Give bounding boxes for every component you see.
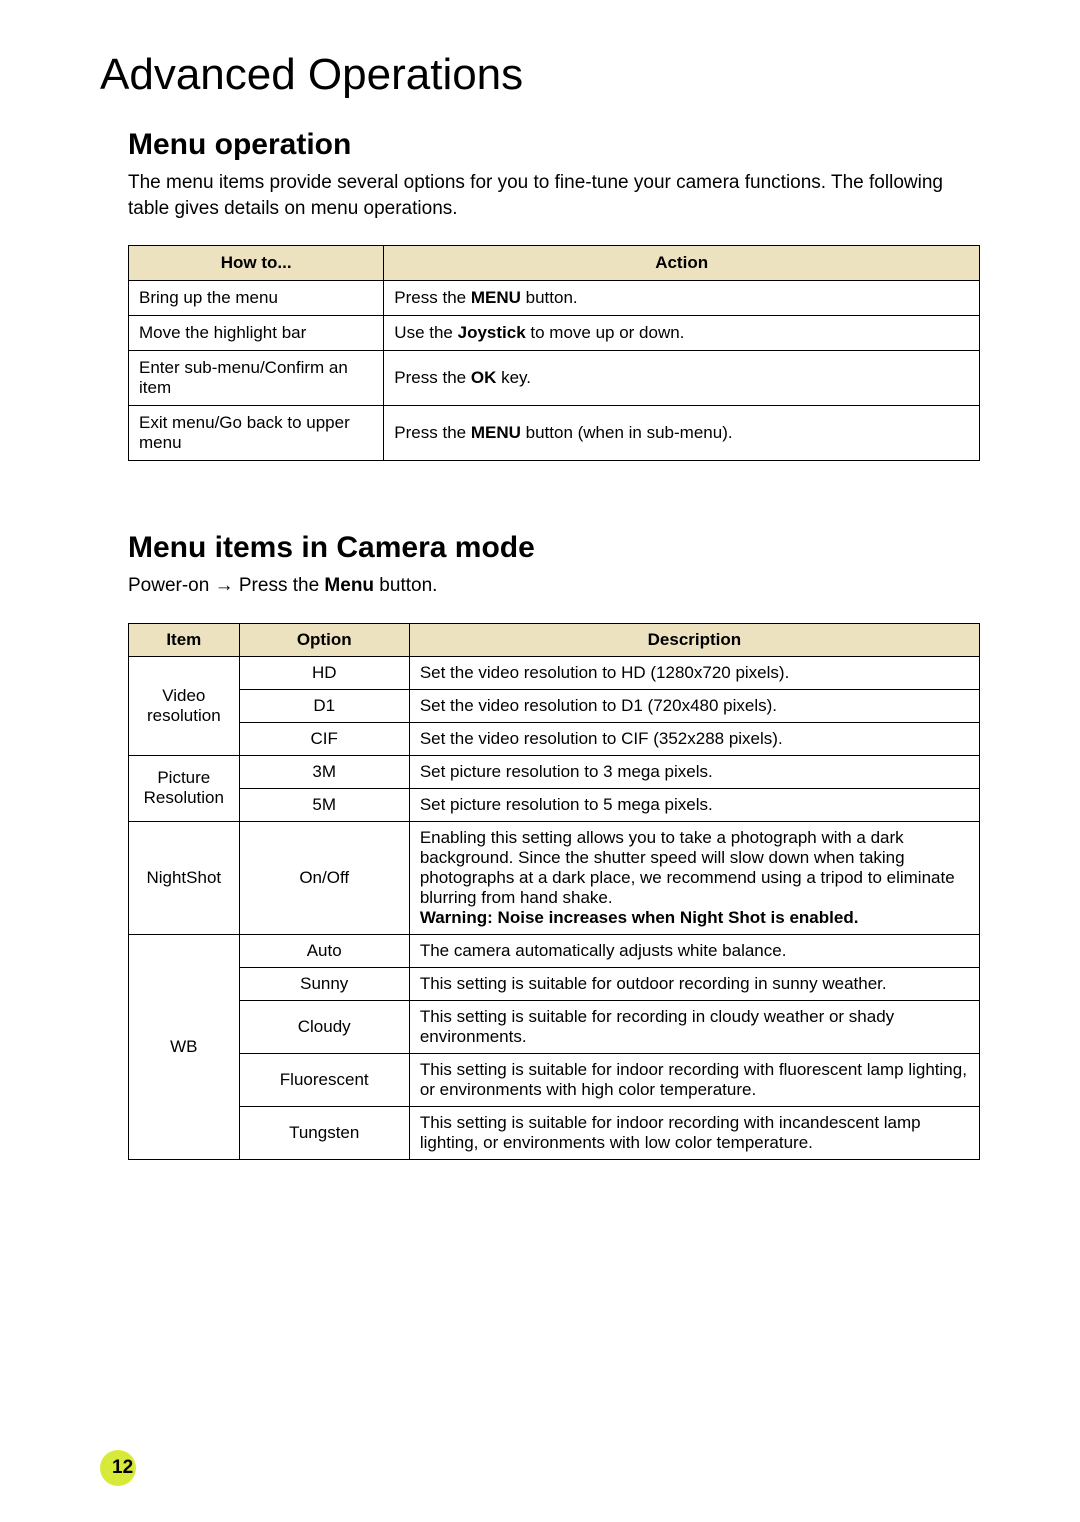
menu-operation-table: How to... Action Bring up the menu Press… <box>128 245 980 461</box>
col-description: Description <box>409 623 979 656</box>
cell-description: Set the video resolution to CIF (352x288… <box>409 722 979 755</box>
table-row: Cloudy This setting is suitable for reco… <box>129 1000 980 1053</box>
section1-intro: The menu items provide several options f… <box>128 170 980 221</box>
cell-option: HD <box>239 656 409 689</box>
col-action: Action <box>384 246 980 281</box>
section-heading-camera-mode: Menu items in Camera mode <box>128 531 980 565</box>
table-row: Exit menu/Go back to upper menu Press th… <box>129 406 980 461</box>
table-row: Sunny This setting is suitable for outdo… <box>129 967 980 1000</box>
page-number: 12 <box>100 1450 133 1486</box>
col-item: Item <box>129 623 240 656</box>
cell-howto: Enter sub-menu/Confirm an item <box>129 351 384 406</box>
cell-description: The camera automatically adjusts white b… <box>409 934 979 967</box>
cell-description: Set picture resolution to 5 mega pixels. <box>409 788 979 821</box>
col-option: Option <box>239 623 409 656</box>
col-howto: How to... <box>129 246 384 281</box>
table-row: CIF Set the video resolution to CIF (352… <box>129 722 980 755</box>
cell-option: Fluorescent <box>239 1053 409 1106</box>
table-row: Tungsten This setting is suitable for in… <box>129 1106 980 1159</box>
camera-mode-table: Item Option Description Video resolution… <box>128 623 980 1160</box>
section2-intro: Power-on → Press the Menu button. <box>128 573 980 599</box>
table-header-row: How to... Action <box>129 246 980 281</box>
page-title: Advanced Operations <box>100 50 980 100</box>
manual-page: Advanced Operations Menu operation The m… <box>0 0 1080 1522</box>
cell-option: On/Off <box>239 821 409 934</box>
cell-option: 3M <box>239 755 409 788</box>
cell-howto: Move the highlight bar <box>129 316 384 351</box>
table-row: Bring up the menu Press the MENU button. <box>129 281 980 316</box>
table-row: 5M Set picture resolution to 5 mega pixe… <box>129 788 980 821</box>
cell-description: This setting is suitable for outdoor rec… <box>409 967 979 1000</box>
cell-description: This setting is suitable for indoor reco… <box>409 1106 979 1159</box>
cell-action: Press the OK key. <box>384 351 980 406</box>
table-row: NightShot On/Off Enabling this setting a… <box>129 821 980 934</box>
page-number-value: 12 <box>112 1457 133 1479</box>
cell-howto: Bring up the menu <box>129 281 384 316</box>
cell-howto: Exit menu/Go back to upper menu <box>129 406 384 461</box>
table-row: Picture Resolution 3M Set picture resolu… <box>129 755 980 788</box>
cell-description: This setting is suitable for indoor reco… <box>409 1053 979 1106</box>
cell-option: Cloudy <box>239 1000 409 1053</box>
cell-option: Sunny <box>239 967 409 1000</box>
cell-item-picture-resolution: Picture Resolution <box>129 755 240 821</box>
table-row: Video resolution HD Set the video resolu… <box>129 656 980 689</box>
table-row: WB Auto The camera automatically adjusts… <box>129 934 980 967</box>
table-row: Fluorescent This setting is suitable for… <box>129 1053 980 1106</box>
cell-option: CIF <box>239 722 409 755</box>
cell-item-wb: WB <box>129 934 240 1159</box>
cell-option: Auto <box>239 934 409 967</box>
table-row: D1 Set the video resolution to D1 (720x4… <box>129 689 980 722</box>
table-header-row: Item Option Description <box>129 623 980 656</box>
table-row: Enter sub-menu/Confirm an item Press the… <box>129 351 980 406</box>
cell-action: Use the Joystick to move up or down. <box>384 316 980 351</box>
cell-item-video-resolution: Video resolution <box>129 656 240 755</box>
cell-item-nightshot: NightShot <box>129 821 240 934</box>
cell-description: Set the video resolution to HD (1280x720… <box>409 656 979 689</box>
section-heading-menu-operation: Menu operation <box>128 128 980 162</box>
table-row: Move the highlight bar Use the Joystick … <box>129 316 980 351</box>
cell-action: Press the MENU button (when in sub-menu)… <box>384 406 980 461</box>
cell-action: Press the MENU button. <box>384 281 980 316</box>
cell-option: D1 <box>239 689 409 722</box>
cell-description: Set the video resolution to D1 (720x480 … <box>409 689 979 722</box>
cell-description: Enabling this setting allows you to take… <box>409 821 979 934</box>
cell-option: Tungsten <box>239 1106 409 1159</box>
cell-description: This setting is suitable for recording i… <box>409 1000 979 1053</box>
cell-option: 5M <box>239 788 409 821</box>
cell-description: Set picture resolution to 3 mega pixels. <box>409 755 979 788</box>
